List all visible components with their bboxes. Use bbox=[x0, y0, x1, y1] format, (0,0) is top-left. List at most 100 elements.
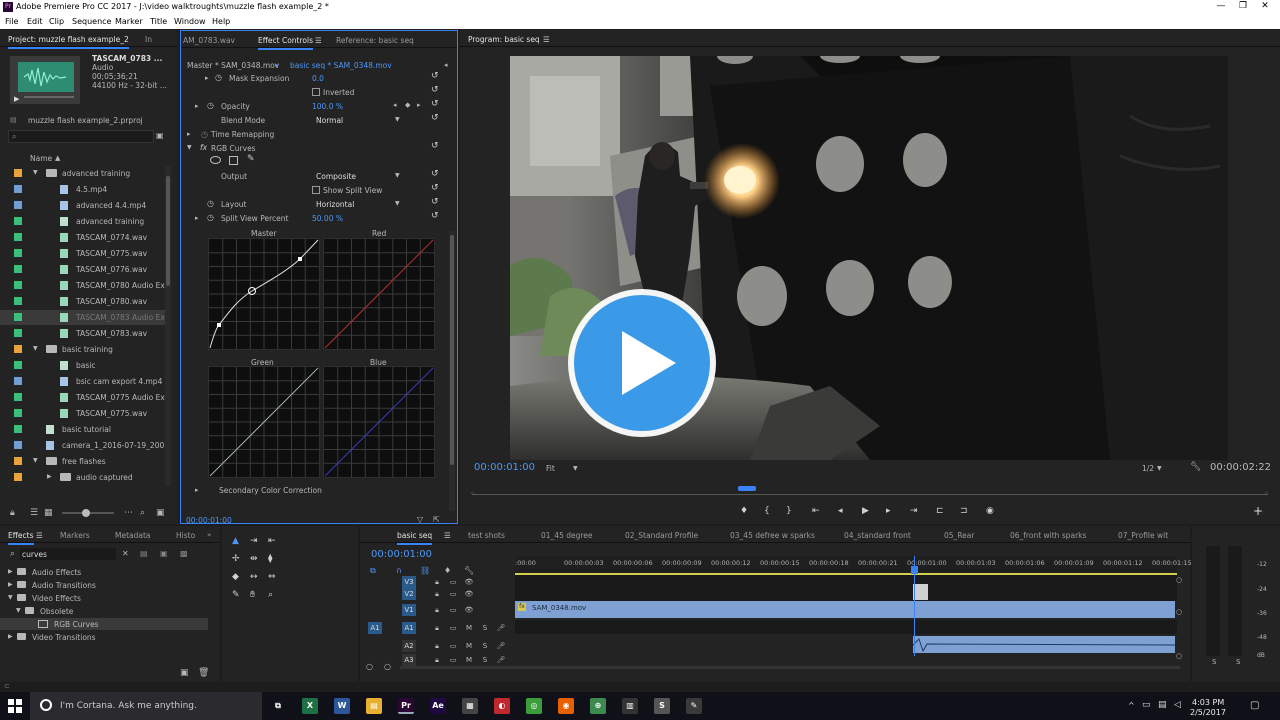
stopwatch-icon[interactable]: ◷ bbox=[207, 101, 214, 110]
tab-sequence[interactable]: 07_Profile wit bbox=[1118, 531, 1168, 540]
task-view-app-icon[interactable]: ⧉ bbox=[270, 698, 286, 714]
maximize-button[interactable]: ❐ bbox=[1232, 1, 1254, 11]
accelerated-icon[interactable]: ▤ bbox=[140, 549, 148, 558]
tab-markers[interactable]: Markers bbox=[60, 531, 90, 540]
label-color-swatch[interactable] bbox=[14, 377, 22, 385]
chevron-down-icon[interactable]: ▼ bbox=[395, 172, 400, 179]
tab-metadata[interactable]: Metadata bbox=[115, 531, 151, 540]
globe-app-icon[interactable]: ⊕ bbox=[590, 698, 606, 714]
close-button[interactable]: ✕ bbox=[1254, 1, 1276, 11]
rgb-curves-label[interactable]: RGB Curves bbox=[211, 144, 256, 153]
word-app-icon[interactable]: W bbox=[334, 698, 350, 714]
blend-mode-select[interactable]: Normal bbox=[316, 116, 343, 125]
secondary-color-correction-label[interactable]: Secondary Color Correction bbox=[219, 486, 322, 495]
project-bin[interactable]: ▶ audio captured bbox=[0, 470, 165, 485]
fx-icon[interactable]: fx bbox=[200, 143, 207, 152]
play-button[interactable]: ▶ bbox=[862, 506, 869, 516]
windows-start-icon[interactable] bbox=[8, 699, 22, 713]
file-explorer-app-icon[interactable]: ▤ bbox=[366, 698, 382, 714]
label-color-swatch[interactable] bbox=[14, 201, 22, 209]
volume-icon[interactable]: ◁ bbox=[1174, 700, 1181, 710]
action-center-icon[interactable]: ▢ bbox=[1250, 700, 1259, 711]
expand-arrow-icon[interactable]: ▶ bbox=[8, 633, 13, 640]
panel-menu-icon[interactable]: ☰ bbox=[36, 531, 43, 540]
clip-v2-white[interactable] bbox=[913, 584, 928, 600]
reset-icon[interactable]: ↺ bbox=[431, 197, 439, 207]
track-end-circle-icon[interactable]: ○ bbox=[1176, 652, 1182, 660]
project-item[interactable]: TASCAM_0774.wav bbox=[0, 230, 165, 245]
track-target-a1[interactable]: A1 bbox=[402, 622, 416, 634]
battery-icon[interactable]: ▭ bbox=[1142, 700, 1151, 710]
menu-sequence[interactable]: Sequence bbox=[72, 17, 111, 26]
go-to-out-icon[interactable]: ⇥ bbox=[910, 506, 918, 516]
sync-lock-icon[interactable]: ▭ bbox=[446, 604, 460, 616]
label-color-swatch[interactable] bbox=[14, 393, 22, 401]
collapse-arrow-icon[interactable]: ▼ bbox=[33, 457, 38, 464]
rectangle-mask-icon[interactable] bbox=[229, 156, 238, 165]
solo-button[interactable]: S bbox=[478, 622, 492, 634]
calculator-app-icon[interactable]: ▦ bbox=[462, 698, 478, 714]
sync-lock-icon[interactable]: ▭ bbox=[446, 576, 460, 588]
master-clip-label[interactable]: Master * SAM_0348.mov bbox=[187, 61, 279, 70]
column-header-name[interactable]: Name bbox=[30, 154, 52, 163]
effects-tree-item[interactable]: RGB Curves bbox=[0, 618, 208, 630]
ripple-edit-tool-icon[interactable]: ⇤ bbox=[268, 536, 276, 546]
expand-arrow-icon[interactable]: ▸ bbox=[195, 486, 199, 494]
solo-left-button[interactable]: S bbox=[1212, 658, 1216, 666]
tab-histogram[interactable]: Histo bbox=[176, 531, 195, 540]
track-lock-icon[interactable]: 🔒︎ bbox=[430, 576, 444, 588]
playhead-handle[interactable] bbox=[738, 486, 756, 491]
delete-icon[interactable]: 🗑︎ bbox=[198, 668, 209, 678]
tab-sequence[interactable]: test shots bbox=[468, 531, 505, 540]
expand-arrow-icon[interactable]: ▶ bbox=[8, 568, 13, 575]
reset-icon[interactable]: ↺ bbox=[431, 211, 439, 221]
timeline-scrollbar[interactable] bbox=[400, 666, 1180, 669]
tab-effects[interactable]: Effects bbox=[8, 531, 34, 545]
tab-sequence[interactable]: 02_Standard Profile bbox=[625, 531, 698, 540]
collapse-arrow-icon[interactable]: ▼ bbox=[8, 594, 13, 601]
split-view-percent-value[interactable]: 50.00 % bbox=[312, 214, 343, 223]
label-color-swatch[interactable] bbox=[14, 249, 22, 257]
mask-expansion-value[interactable]: 0.0 bbox=[312, 74, 324, 83]
effects-tree-item[interactable]: ▶ Audio Transitions bbox=[0, 579, 208, 591]
label-color-swatch[interactable] bbox=[14, 313, 22, 321]
tab-audio-clip-mixer[interactable]: AM_0783.wav bbox=[183, 36, 235, 45]
effect-controls-scrollbar[interactable] bbox=[449, 231, 455, 511]
zoom-tool-icon[interactable]: ⌕ bbox=[268, 590, 273, 600]
label-color-swatch[interactable] bbox=[14, 265, 22, 273]
stopwatch-icon[interactable]: ◷ bbox=[207, 213, 214, 222]
chevron-down-icon[interactable]: ▼ bbox=[573, 465, 578, 472]
project-bin[interactable]: ▼ basic training bbox=[0, 342, 165, 357]
tab-sequence[interactable]: basic seq bbox=[397, 531, 433, 545]
reset-icon[interactable]: ↺ bbox=[431, 141, 439, 151]
sort-up-icon[interactable]: ▲ bbox=[55, 154, 60, 162]
rate-stretch-tool-icon[interactable]: ⇹ bbox=[250, 554, 258, 564]
nest-toggle-icon[interactable]: ⧉ bbox=[370, 566, 376, 576]
project-item[interactable]: advanced 4.4.mp4 bbox=[0, 198, 165, 213]
green-curve-graph[interactable] bbox=[208, 366, 320, 478]
inverted-checkbox[interactable] bbox=[312, 88, 320, 96]
reset-icon[interactable]: ↺ bbox=[431, 71, 439, 81]
menu-marker[interactable]: Marker bbox=[115, 17, 143, 26]
find-icon[interactable]: ⌕ bbox=[140, 508, 145, 518]
mute-button[interactable]: M bbox=[462, 640, 476, 652]
clock-time[interactable]: 4:03 PM bbox=[1192, 698, 1224, 707]
lock-icon[interactable]: 🔒︎ bbox=[10, 508, 15, 518]
slip-tool-icon[interactable]: ↔ bbox=[250, 572, 258, 582]
hand-tool-icon[interactable]: ✋︎ bbox=[250, 590, 255, 600]
label-color-swatch[interactable] bbox=[14, 361, 22, 369]
button-editor-icon[interactable]: + bbox=[1253, 504, 1263, 518]
playhead-marker[interactable] bbox=[911, 566, 919, 574]
collapse-arrow-icon[interactable]: ▼ bbox=[33, 169, 38, 176]
project-item[interactable]: TASCAM_0780.wav bbox=[0, 294, 165, 309]
yuv-icon[interactable]: ▩ bbox=[180, 549, 188, 558]
sync-lock-icon[interactable]: ▭ bbox=[446, 622, 460, 634]
solo-button[interactable]: S bbox=[478, 654, 492, 666]
track-lock-icon[interactable]: 🔒︎ bbox=[430, 604, 444, 616]
label-color-swatch[interactable] bbox=[14, 233, 22, 241]
sync-lock-icon[interactable]: ▭ bbox=[446, 588, 460, 600]
red-curve-graph[interactable] bbox=[323, 238, 435, 350]
tab-sequence[interactable]: 03_45 defree w sparks bbox=[730, 531, 815, 540]
list-view-icon[interactable]: ☰ bbox=[30, 508, 38, 518]
collapse-arrow-icon[interactable]: ▼ bbox=[33, 345, 38, 352]
